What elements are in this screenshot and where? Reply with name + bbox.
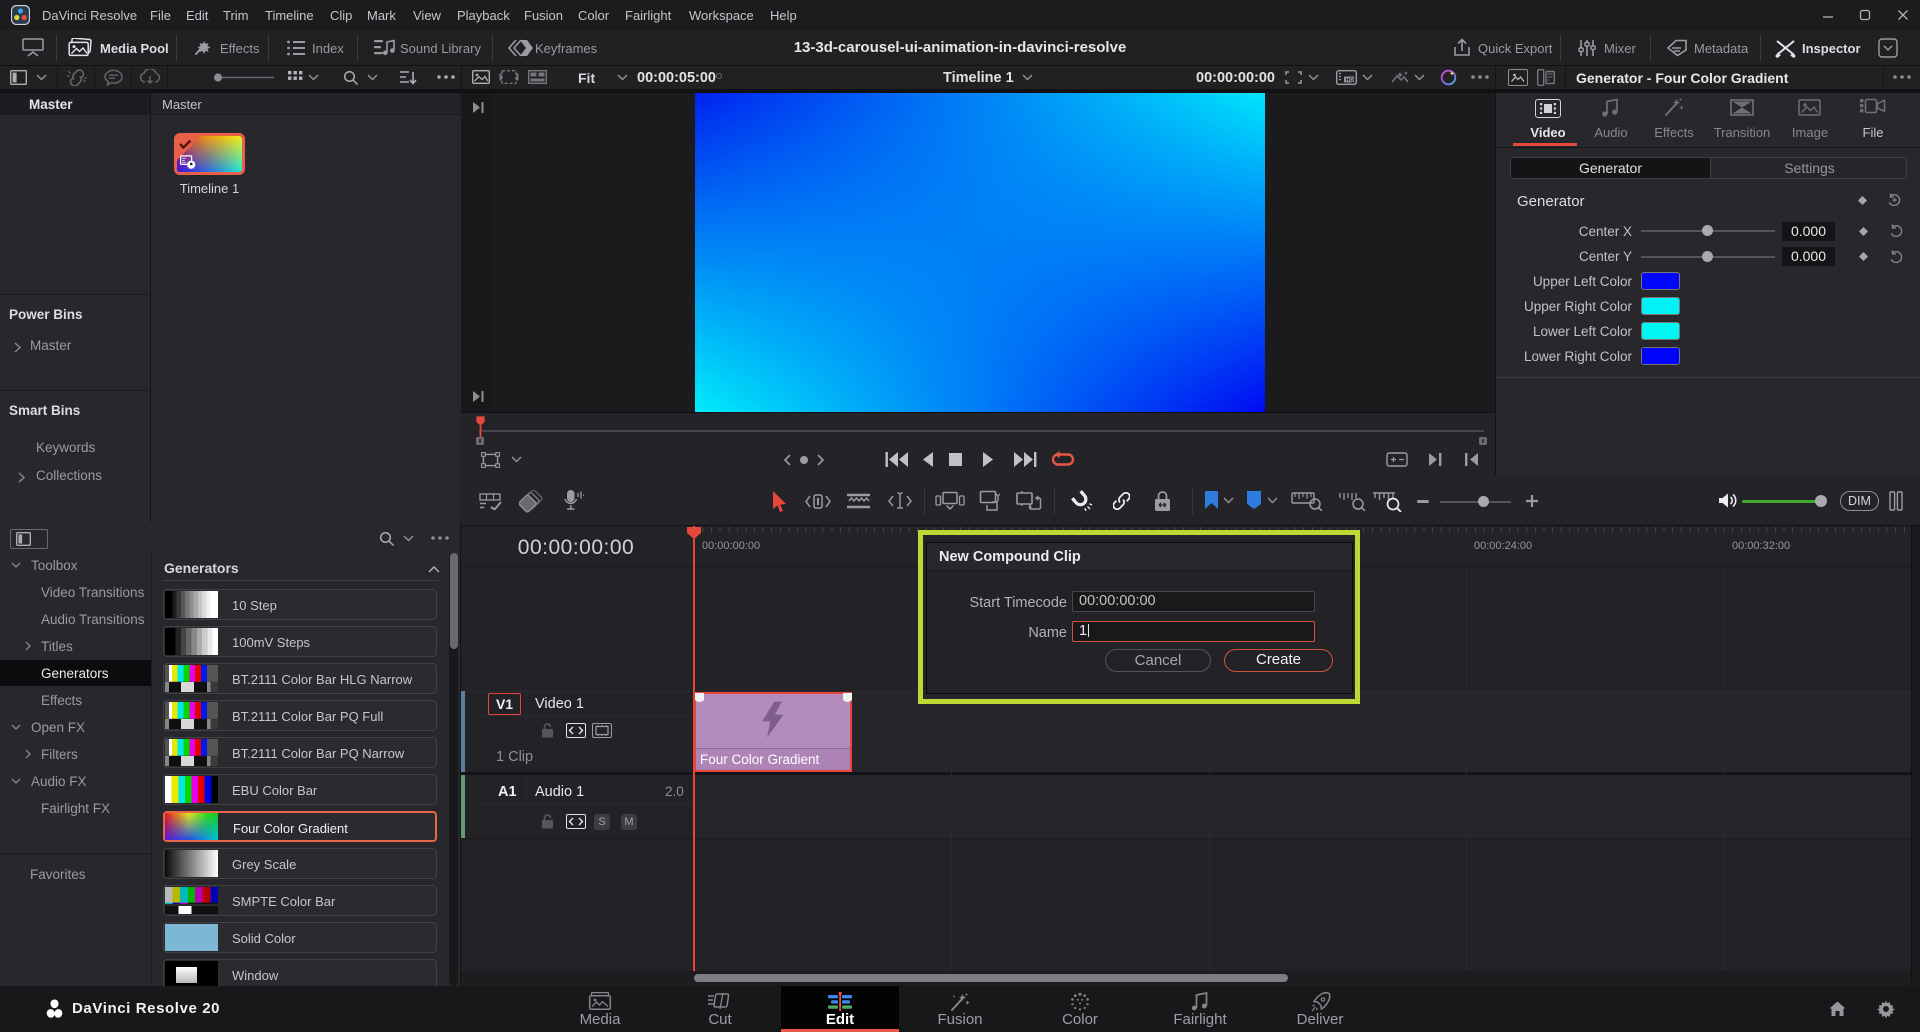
svg-text:HQ: HQ	[1346, 78, 1355, 84]
